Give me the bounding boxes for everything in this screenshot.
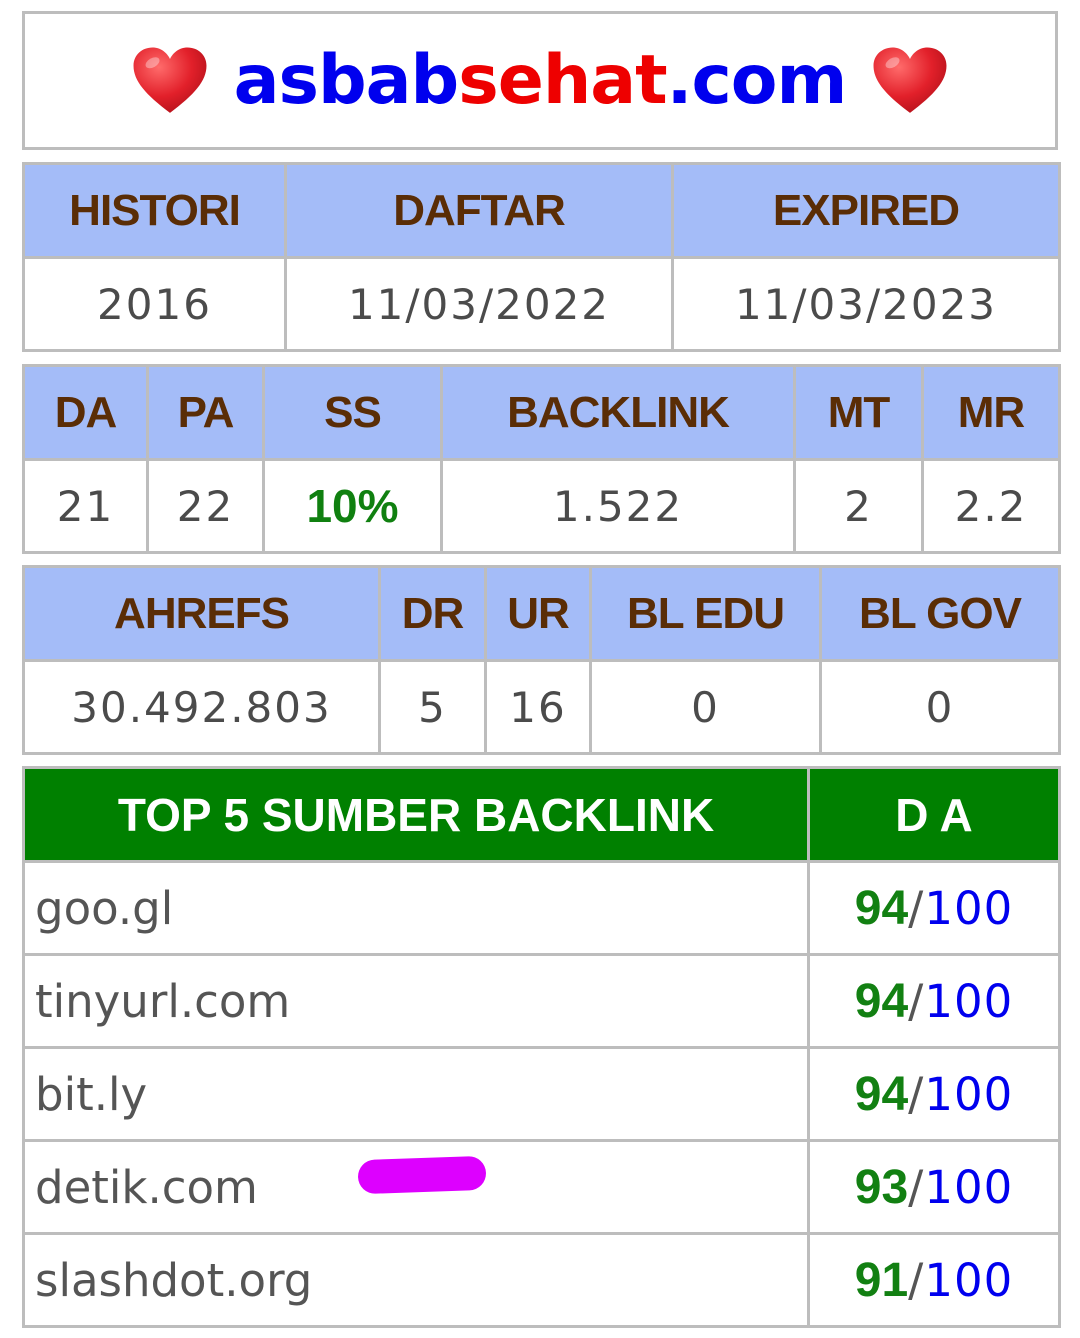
header-bl-edu: BL EDU [589, 565, 822, 662]
da-separator: / [908, 881, 925, 935]
value-expired: 11/03/2023 [671, 256, 1061, 352]
table-row: goo.gl 94/100 [22, 860, 1061, 956]
backlink-source: goo.gl [22, 860, 810, 956]
table-header-row: DA PA SS BACKLINK MT MR [22, 364, 1061, 461]
table-header-row: AHREFS DR UR BL EDU BL GOV [22, 565, 1061, 662]
da-score: 91 [854, 1253, 909, 1307]
table-row: tinyurl.com 94/100 [22, 953, 1061, 1049]
header-da-score: D A [807, 766, 1061, 863]
backlink-source: slashdot.org [22, 1232, 810, 1328]
site-name-part2: sehat [458, 41, 667, 120]
table-header-row: TOP 5 SUMBER BACKLINK D A [22, 766, 1061, 863]
table-row: slashdot.org 91/100 [22, 1232, 1061, 1328]
heart-icon [873, 47, 947, 113]
header-ahrefs: AHREFS [22, 565, 381, 662]
header-mr: MR [921, 364, 1061, 461]
domain-info-table: HISTORI DAFTAR EXPIRED 2016 11/03/2022 1… [22, 162, 1061, 352]
header-dr: DR [378, 565, 487, 662]
header-backlink: BACKLINK [440, 364, 796, 461]
backlink-source: bit.ly [22, 1046, 810, 1142]
backlink-source: tinyurl.com [22, 953, 810, 1049]
da-score: 94 [854, 881, 909, 935]
table-row: detik.com 93/100 [22, 1139, 1061, 1235]
da-separator: / [908, 1067, 925, 1121]
value-daftar: 11/03/2022 [284, 256, 674, 352]
value-ss: 10% [262, 458, 443, 554]
header-top-sources: TOP 5 SUMBER BACKLINK [22, 766, 810, 863]
header-mt: MT [793, 364, 924, 461]
da-score: 94 [854, 974, 909, 1028]
value-histori: 2016 [22, 256, 287, 352]
header-daftar: DAFTAR [284, 162, 674, 259]
heart-icon [133, 47, 207, 113]
value-da: 21 [22, 458, 149, 554]
value-ur: 16 [484, 659, 592, 755]
top-backlinks-table: TOP 5 SUMBER BACKLINK D A goo.gl 94/100 … [22, 766, 1061, 1328]
value-bl-edu: 0 [589, 659, 822, 755]
value-mt: 2 [793, 458, 924, 554]
da-max: 100 [924, 1160, 1014, 1214]
value-backlink: 1.522 [440, 458, 796, 554]
site-name-part1: asbab [233, 41, 460, 120]
da-separator: / [908, 1253, 925, 1307]
header-expired: EXPIRED [671, 162, 1061, 259]
site-name: asbabsehat.com [233, 41, 848, 120]
spam-score-value: 10% [306, 480, 399, 532]
ahrefs-metrics-table: AHREFS DR UR BL EDU BL GOV 30.492.803 5 … [22, 565, 1061, 755]
site-title-banner: asbabsehat.com [22, 11, 1058, 150]
table-row: 21 22 10% 1.522 2 2.2 [22, 458, 1061, 554]
da-score: 94 [854, 1067, 909, 1121]
highlighter-mark [357, 1155, 487, 1195]
value-ahrefs: 30.492.803 [22, 659, 381, 755]
header-bl-gov: BL GOV [819, 565, 1061, 662]
backlink-da: 94/100 [807, 1046, 1061, 1142]
header-ss: SS [262, 364, 443, 461]
table-row: bit.ly 94/100 [22, 1046, 1061, 1142]
site-name-part3: .com [666, 41, 848, 120]
header-da: DA [22, 364, 149, 461]
da-score: 93 [854, 1160, 909, 1214]
backlink-da: 94/100 [807, 953, 1061, 1049]
da-separator: / [908, 1160, 925, 1214]
da-max: 100 [924, 1253, 1014, 1307]
backlink-da: 93/100 [807, 1139, 1061, 1235]
da-max: 100 [924, 974, 1014, 1028]
da-max: 100 [924, 881, 1014, 935]
da-max: 100 [924, 1067, 1014, 1121]
da-separator: / [908, 974, 925, 1028]
moz-metrics-table: DA PA SS BACKLINK MT MR 21 22 10% 1.522 … [22, 364, 1061, 554]
backlink-da: 91/100 [807, 1232, 1061, 1328]
table-row: 2016 11/03/2022 11/03/2023 [22, 256, 1061, 352]
value-mr: 2.2 [921, 458, 1061, 554]
table-row: 30.492.803 5 16 0 0 [22, 659, 1061, 755]
value-pa: 22 [146, 458, 265, 554]
value-bl-gov: 0 [819, 659, 1061, 755]
header-pa: PA [146, 364, 265, 461]
backlink-da: 94/100 [807, 860, 1061, 956]
value-dr: 5 [378, 659, 487, 755]
header-histori: HISTORI [22, 162, 287, 259]
header-ur: UR [484, 565, 592, 662]
table-header-row: HISTORI DAFTAR EXPIRED [22, 162, 1061, 259]
